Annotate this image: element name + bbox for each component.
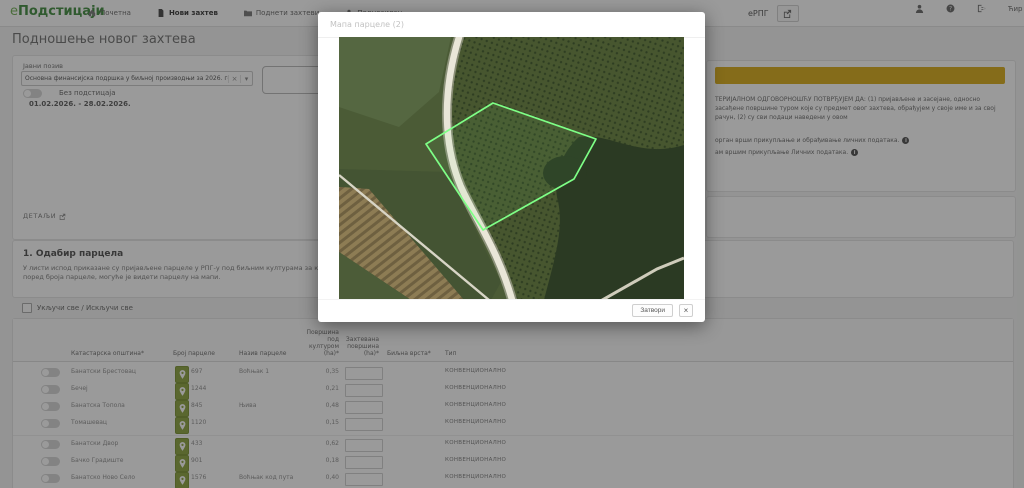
parcel-map-image[interactable] — [339, 37, 684, 300]
parcel-map-modal: Мапа парцеле (2) — [318, 12, 705, 322]
app-root: еПодстицаји Почетна Нови захтев Поднети … — [0, 0, 1024, 488]
modal-footer: Затвори × — [318, 299, 705, 322]
close-button[interactable]: Затвори — [632, 304, 673, 317]
aerial-map — [339, 37, 684, 300]
modal-title: Мапа парцеле (2) — [330, 20, 404, 29]
modal-header: Мапа парцеле (2) — [318, 12, 705, 38]
close-icon[interactable]: × — [679, 304, 693, 317]
